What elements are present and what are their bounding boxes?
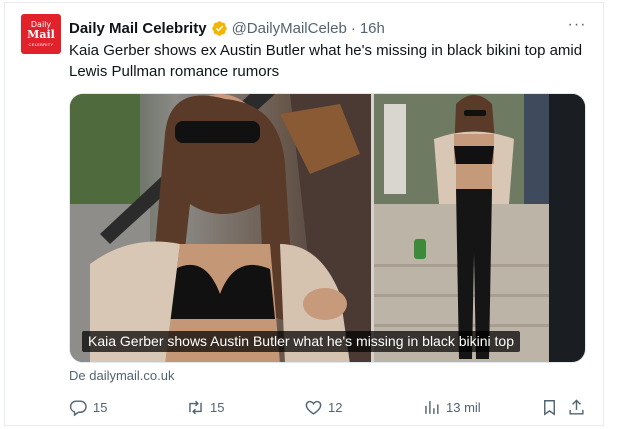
share-button[interactable] xyxy=(567,396,591,418)
article-photo-left xyxy=(70,94,371,362)
avatar-line3: CELEBRITY xyxy=(28,42,54,47)
card-caption: Kaia Gerber shows Austin Butler what he'… xyxy=(82,331,520,352)
repost-icon xyxy=(189,400,202,414)
tweet-text: Kaia Gerber shows ex Austin Butler what … xyxy=(69,42,583,80)
link-card-media[interactable]: Kaia Gerber shows Austin Butler what he'… xyxy=(69,93,586,363)
tweet-header: Daily Mail Celebrity @DailyMailCeleb · 1… xyxy=(69,18,385,38)
like-button[interactable]: 12 xyxy=(304,396,342,418)
like-count: 12 xyxy=(328,399,343,415)
verified-badge-icon[interactable] xyxy=(211,20,228,37)
author-handle[interactable]: @DailyMailCeleb xyxy=(232,20,347,37)
avatar[interactable]: Daily Mail CELEBRITY xyxy=(21,14,61,54)
reply-button[interactable]: 15 xyxy=(69,396,107,418)
views-count: 13 mil xyxy=(446,399,481,415)
reply-count: 15 xyxy=(93,399,108,415)
tweet-actions: 15 15 12 13 mil xyxy=(69,396,589,418)
author-name[interactable]: Daily Mail Celebrity xyxy=(69,20,207,37)
avatar-line2: Mail xyxy=(27,28,55,41)
repost-button[interactable]: 15 xyxy=(186,396,224,418)
views-button[interactable]: 13 mil xyxy=(422,396,481,418)
reply-icon xyxy=(69,399,87,416)
article-photo-right xyxy=(374,94,585,362)
bookmark-button[interactable] xyxy=(540,396,564,418)
separator-dot: · xyxy=(350,19,356,37)
more-icon[interactable]: ··· xyxy=(566,17,588,36)
card-source-link[interactable]: De dailymail.co.uk xyxy=(69,368,175,383)
views-icon xyxy=(425,400,439,414)
repost-count: 15 xyxy=(210,399,225,415)
like-icon xyxy=(305,400,322,415)
timestamp[interactable]: 16h xyxy=(360,20,385,37)
bookmark-icon xyxy=(544,399,555,416)
share-icon xyxy=(569,398,584,415)
